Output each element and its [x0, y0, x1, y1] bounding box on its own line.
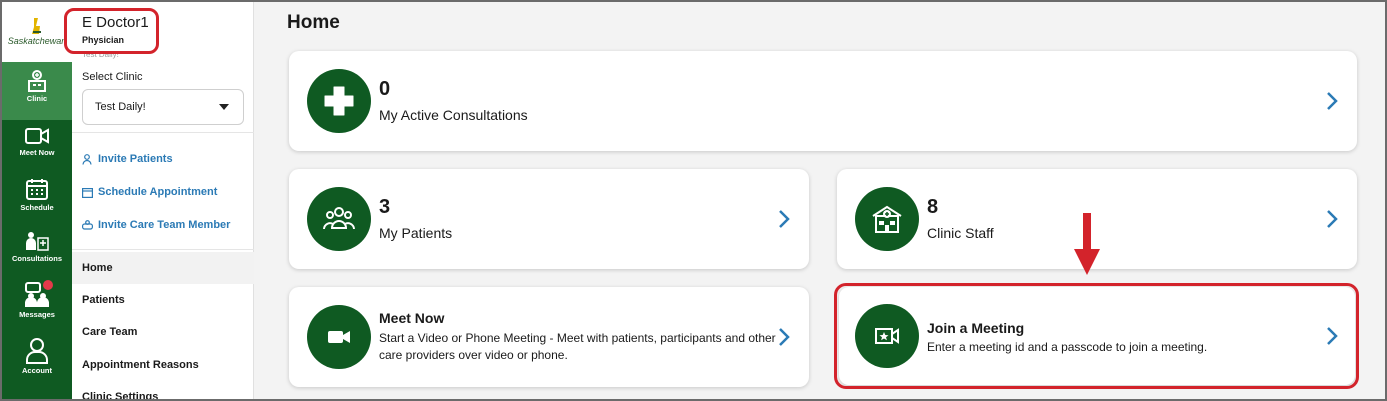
clinic-select-value: Test Daily!: [95, 101, 146, 113]
nav-appointment-reasons[interactable]: Appointment Reasons: [72, 349, 254, 381]
notification-badge: [43, 280, 53, 290]
nav-care-team[interactable]: Care Team: [72, 316, 254, 348]
rail-label: Clinic: [26, 94, 48, 103]
link-label: Invite Patients: [98, 153, 173, 165]
account-icon: [26, 338, 48, 364]
card-title: Meet Now: [379, 310, 445, 326]
rail-label: Messages: [19, 310, 55, 319]
circle-badge: [307, 69, 371, 133]
clinic-icon: [28, 70, 46, 92]
card-label: My Patients: [379, 225, 453, 241]
select-clinic-label: Select Clinic: [82, 71, 143, 83]
rail-label: Schedule: [20, 203, 54, 212]
arrow-down-icon: [1074, 213, 1100, 275]
left-rail: Clinic Meet Now Schedule Consultations M…: [2, 62, 72, 399]
app-window: Saskatchewan Clinic Meet Now Schedule Co…: [0, 0, 1387, 401]
count: 8: [927, 196, 939, 218]
user-highlight-annotation: [64, 8, 159, 54]
clinic-select[interactable]: Test Daily!: [82, 89, 244, 125]
circle-badge: [307, 305, 371, 369]
card-label: Clinic Staff: [927, 225, 994, 241]
nav-clinic-settings[interactable]: Clinic Settings: [72, 381, 254, 399]
rail-item-consultations[interactable]: Consultations: [2, 230, 72, 263]
rail-label: Meet Now: [19, 148, 55, 157]
circle-badge: [307, 187, 371, 251]
logo: Saskatchewan: [2, 2, 72, 62]
video-camera-icon: [328, 331, 350, 343]
person-add-icon: [82, 153, 92, 165]
invite-care-team-member-link[interactable]: Invite Care Team Member: [82, 219, 230, 231]
group-icon: [323, 207, 355, 230]
link-label: Schedule Appointment: [98, 186, 218, 198]
rail-item-schedule[interactable]: Schedule: [2, 177, 72, 212]
logo-icon: [32, 18, 41, 34]
schedule-appointment-link[interactable]: Schedule Appointment: [82, 186, 217, 198]
rail-item-clinic[interactable]: Clinic: [2, 62, 72, 120]
rail-label: Consultations: [12, 254, 62, 263]
count: 0: [379, 78, 391, 100]
circle-badge: [855, 187, 919, 251]
rail-item-messages[interactable]: Messages: [2, 280, 72, 319]
rail-item-account[interactable]: Account: [2, 338, 72, 375]
join-meeting-highlight-annotation: [834, 283, 1359, 389]
chevron-right-icon: [1327, 92, 1338, 110]
secondary-sidebar: E Doctor1 Physician Test Daily! Select C…: [72, 2, 254, 399]
chevron-right-icon: [1327, 210, 1338, 228]
chevron-right-icon: [779, 210, 790, 228]
plus-cross-icon: [324, 86, 354, 116]
video-icon: [25, 128, 49, 144]
calendar-small-icon: [82, 187, 93, 198]
active-consultations-card[interactable]: 0 My Active Consultations: [289, 51, 1357, 151]
rail-label: Account: [22, 366, 52, 375]
meet-now-card[interactable]: Meet Now Start a Video or Phone Meeting …: [289, 287, 809, 387]
care-team-icon: [82, 219, 93, 230]
page-title: Home: [287, 12, 340, 33]
divider: [72, 132, 254, 133]
consultations-icon: [26, 232, 49, 251]
link-label: Invite Care Team Member: [98, 219, 231, 231]
nav-patients[interactable]: Patients: [72, 284, 254, 316]
count: 3: [379, 196, 391, 218]
card-description: Start a Video or Phone Meeting - Meet wi…: [379, 331, 776, 362]
my-patients-card[interactable]: 3 My Patients: [289, 169, 809, 269]
divider: [72, 249, 254, 250]
calendar-icon: [26, 179, 48, 200]
invite-patients-link[interactable]: Invite Patients: [82, 153, 173, 165]
hospital-icon: [872, 205, 902, 233]
rail-item-meet-now[interactable]: Meet Now: [2, 126, 72, 157]
caret-down-icon: [219, 104, 229, 110]
logo-text: Saskatchewan: [7, 36, 67, 46]
nav-home[interactable]: Home: [72, 252, 254, 284]
chevron-right-icon: [779, 328, 790, 346]
card-label: My Active Consultations: [379, 107, 528, 123]
